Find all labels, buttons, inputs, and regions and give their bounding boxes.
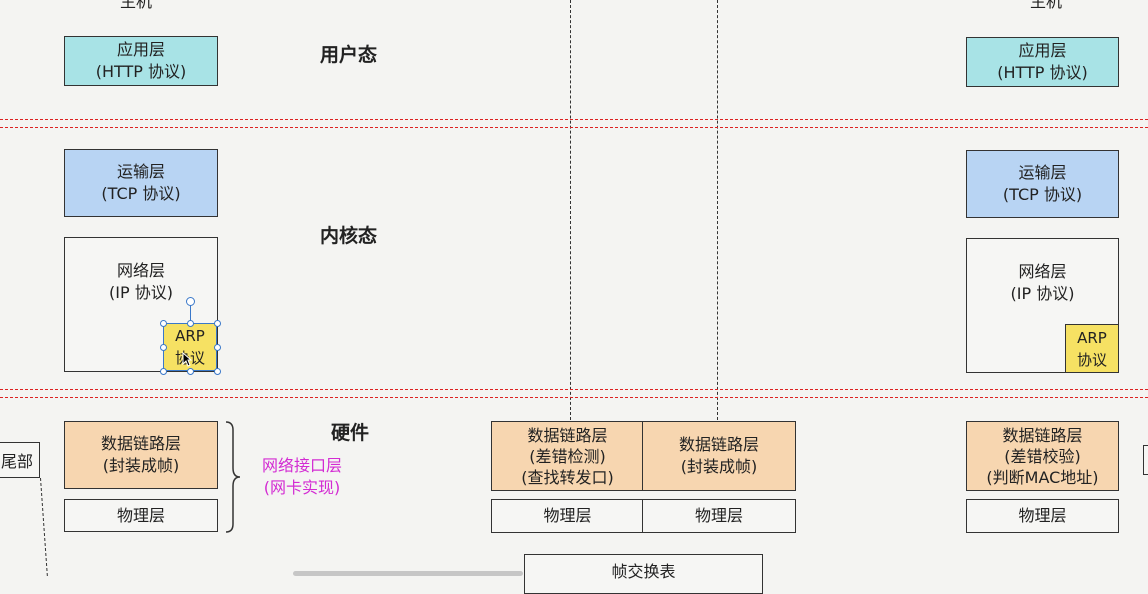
resize-handle-sw[interactable] bbox=[160, 368, 167, 375]
nic-subtitle: (网卡实现) bbox=[263, 478, 341, 497]
user-kernel-boundary-bottom bbox=[0, 127, 1148, 128]
layer-protocol: (TCP 协议) bbox=[1002, 185, 1083, 204]
layer-function-2: (判断MAC地址) bbox=[986, 467, 1099, 487]
layer-function: (差错检测) bbox=[529, 446, 606, 466]
switch-datalink-left[interactable]: 数据链路层 (差错检测) (查找转发口) bbox=[491, 421, 644, 491]
switch-port-line-right bbox=[717, 0, 718, 420]
layer-name: 应用层 bbox=[1018, 41, 1067, 60]
left-edge-connector bbox=[40, 478, 48, 576]
resize-handle-w[interactable] bbox=[160, 344, 167, 351]
left-transport-layer[interactable]: 运输层 (TCP 协议) bbox=[64, 149, 218, 217]
layer-name: 物理层 bbox=[694, 506, 743, 525]
right-edge-box[interactable] bbox=[1143, 445, 1148, 475]
right-transport-layer[interactable]: 运输层 (TCP 协议) bbox=[966, 150, 1119, 218]
right-physical-layer[interactable]: 物理层 bbox=[966, 499, 1119, 533]
layer-function: (封装成帧) bbox=[102, 456, 180, 475]
layer-protocol: (HTTP 协议) bbox=[997, 63, 1088, 82]
left-application-layer[interactable]: 应用层 (HTTP 协议) bbox=[64, 36, 218, 86]
zone-kernel-label: 内核态 bbox=[320, 225, 378, 247]
layer-function: (封装成帧) bbox=[680, 457, 758, 476]
layer-protocol: (TCP 协议) bbox=[101, 184, 181, 203]
layer-name: 网络层 bbox=[1018, 262, 1067, 281]
left-datalink-layer[interactable]: 数据链路层 (封装成帧) bbox=[64, 421, 218, 489]
zone-user-label: 用户态 bbox=[320, 44, 378, 66]
layer-name: 物理层 bbox=[116, 505, 165, 525]
switch-port-line-left bbox=[570, 0, 571, 420]
layer-name: 物理层 bbox=[543, 506, 592, 525]
resize-handle-n[interactable] bbox=[187, 320, 194, 327]
switch-datalink-right[interactable]: 数据链路层 (封装成帧) bbox=[642, 421, 796, 491]
right-datalink-layer[interactable]: 数据链路层 (差错校验) (判断MAC地址) bbox=[966, 421, 1119, 491]
layer-name: 物理层 bbox=[1018, 506, 1067, 525]
resize-handle-se[interactable] bbox=[214, 368, 221, 375]
left-host-title: 主机 bbox=[120, 0, 153, 11]
network-interface-note: 网络接口层 (网卡实现) bbox=[262, 455, 342, 499]
layer-function-2: (查找转发口) bbox=[521, 467, 614, 487]
arp-name: ARP bbox=[1077, 328, 1107, 347]
layer-name: 网络层 bbox=[116, 261, 165, 280]
resize-handle-e[interactable] bbox=[214, 344, 221, 351]
left-edge-frame-box[interactable]: 尾部 bbox=[0, 442, 40, 478]
nic-title: 网络接口层 bbox=[262, 456, 343, 475]
brace-icon bbox=[225, 421, 241, 533]
resize-handle-s[interactable] bbox=[187, 368, 194, 375]
kernel-hardware-boundary-top bbox=[0, 389, 1148, 390]
right-arp-protocol[interactable]: ARP 协议 bbox=[1065, 324, 1119, 373]
table-label: 帧交换表 bbox=[611, 562, 676, 581]
layer-name: 数据链路层 bbox=[527, 425, 608, 445]
right-application-layer[interactable]: 应用层 (HTTP 协议) bbox=[966, 37, 1119, 87]
zone-hardware-label: 硬件 bbox=[331, 422, 370, 444]
layer-name: 运输层 bbox=[116, 162, 165, 181]
kernel-hardware-boundary-bottom bbox=[0, 397, 1148, 398]
edge-box-label: 尾部 bbox=[0, 452, 33, 471]
horizontal-scrollbar[interactable] bbox=[293, 571, 523, 576]
layer-protocol: (IP 协议) bbox=[1010, 284, 1075, 303]
layer-name: 运输层 bbox=[1018, 163, 1067, 182]
resize-handle-nw[interactable] bbox=[160, 320, 167, 327]
layer-function: (差错校验) bbox=[1004, 446, 1081, 466]
resize-handle-ne[interactable] bbox=[214, 320, 221, 327]
arp-protocol: 协议 bbox=[1076, 350, 1107, 369]
layer-protocol: (HTTP 协议) bbox=[95, 62, 187, 81]
right-host-title: 主机 bbox=[1030, 0, 1063, 11]
switch-physical-left[interactable]: 物理层 bbox=[491, 499, 644, 533]
layer-protocol: (IP 协议) bbox=[109, 283, 173, 302]
layer-name: 应用层 bbox=[116, 40, 165, 59]
layer-name: 数据链路层 bbox=[1002, 425, 1083, 445]
layer-name: 数据链路层 bbox=[100, 434, 181, 453]
mouse-cursor-icon bbox=[182, 352, 192, 367]
rotate-handle[interactable] bbox=[186, 297, 195, 306]
frame-exchange-table[interactable]: 帧交换表 bbox=[524, 554, 763, 594]
switch-physical-right[interactable]: 物理层 bbox=[642, 499, 796, 533]
user-kernel-boundary-top bbox=[0, 119, 1148, 120]
layer-name: 数据链路层 bbox=[678, 435, 759, 454]
left-physical-layer[interactable]: 物理层 bbox=[64, 499, 218, 532]
